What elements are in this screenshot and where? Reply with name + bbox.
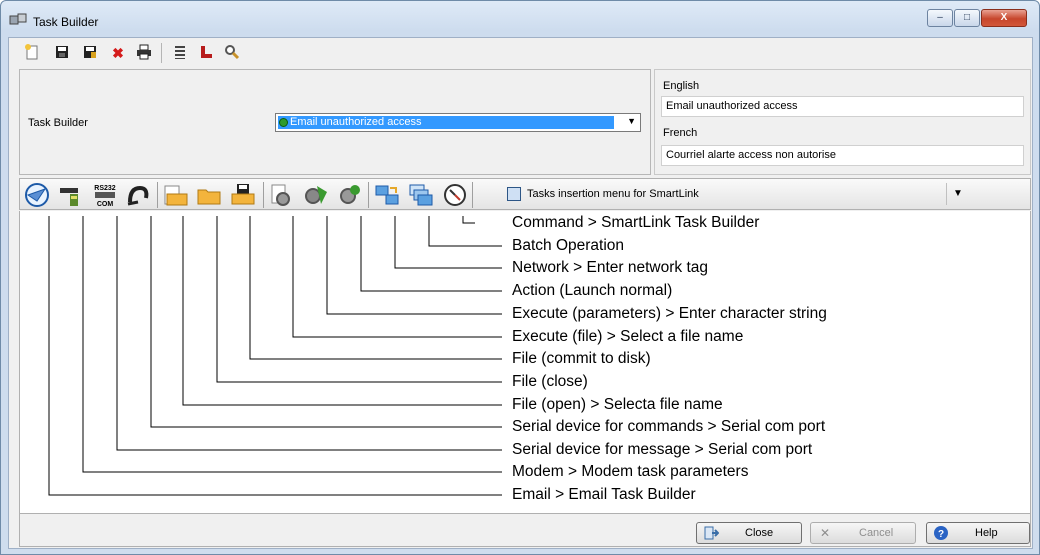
execute-file-icon[interactable] [267,182,295,208]
button-bar: Close ✕ Cancel ? Help [19,513,1031,547]
rs232-label: RS232 [94,185,116,192]
caption-file-commit: File (commit to disk) [512,350,651,367]
chevron-down-icon[interactable]: ▼ [946,183,1028,205]
leader-line-serial-message [116,216,502,451]
caption-file-open: File (open) > Selecta file name [512,396,723,413]
caption-execute-file: Execute (file) > Select a file name [512,328,744,345]
leader-line-execute-file [292,216,502,338]
caption-serial-message: Serial device for message > Serial com p… [512,441,813,458]
close-button[interactable]: Close [696,522,802,544]
close-button-label: Close [745,527,774,539]
app-icon [9,13,27,25]
leader-line-network [394,216,502,269]
leader-line-file-open [182,216,502,406]
english-label: English [663,80,700,92]
french-label: French [663,127,698,139]
caption-command: Command > SmartLink Task Builder [512,214,760,231]
file-commit-icon[interactable] [229,182,257,208]
leader-line-action [360,216,502,292]
caption-email: Email > Email Task Builder [512,486,696,503]
com-label: COM [97,201,114,208]
action-icon[interactable] [335,182,363,208]
window-title: Task Builder [33,15,99,29]
leader-line-batch [428,216,502,247]
minimize-button[interactable]: – [927,9,953,27]
file-close-icon[interactable] [195,182,223,208]
caption-action: Action (Launch normal) [512,282,673,299]
task-select[interactable]: Email unauthorized access ▼ [275,113,641,132]
caption-batch: Batch Operation [512,237,625,254]
tasks-insertion-menu-label: Tasks insertion menu for SmartLink [527,188,699,200]
save-as-icon[interactable] [79,43,101,63]
toolbar-separator [161,43,162,63]
title-bar[interactable]: Task Builder – □ X [1,1,1039,37]
caption-modem: Modem > Modem task parameters [512,463,749,480]
french-field[interactable]: Courriel alarte access non autorise [661,145,1024,166]
caption-file-close: File (close) [512,373,588,390]
taskbar-separator [157,182,158,208]
task-panel: Task Builder Email unauthorized access ▼ [19,69,651,175]
caption-execute-parameters: Execute (parameters) > Enter character s… [512,305,827,322]
translation-panel: English Email unauthorized access French… [654,69,1031,175]
cancel-button[interactable]: ✕ Cancel [810,522,916,544]
english-field[interactable]: Email unauthorized access [661,96,1024,117]
cancel-button-label: Cancel [859,527,894,539]
serial-commands-icon[interactable] [124,182,152,208]
network-icon[interactable] [373,182,401,208]
main-toolbar: ✖ [9,38,1032,68]
task-builder-label: Task Builder [28,117,88,129]
exit-icon [703,525,720,541]
list-icon[interactable] [169,43,191,63]
save-icon[interactable] [51,43,73,63]
modem-icon[interactable] [57,182,85,208]
email-icon[interactable] [23,182,51,208]
print-icon[interactable] [133,43,155,63]
chevron-down-icon[interactable]: ▼ [627,116,636,126]
taskbar-separator [263,182,264,208]
tasks-insertion-menu[interactable]: Tasks insertion menu for SmartLink [503,183,943,205]
search-icon[interactable] [221,43,243,63]
help-button-label: Help [975,527,998,539]
task-builder-window: Task Builder – □ X ✖ Task Builder Email … [0,0,1040,555]
taskbar-separator [368,182,369,208]
link-icon[interactable] [195,43,217,63]
command-icon[interactable] [441,182,469,208]
grid-icon [507,187,521,201]
maximize-button[interactable]: □ [954,9,980,27]
delete-icon[interactable]: ✖ [107,43,129,63]
cancel-icon: ✕ [819,526,831,540]
task-select-value: Email unauthorized access [278,116,614,129]
leader-line-execute-parameters [326,216,502,315]
leader-line-command [462,216,475,224]
close-window-button[interactable]: X [981,9,1027,27]
rs232-icon[interactable]: RS232 COM [91,182,119,208]
file-open-icon[interactable] [161,182,189,208]
help-icon: ? [933,525,949,541]
svg-text:?: ? [938,529,944,540]
tasks-toolbar: RS232 COM Tasks insertion menu for Smart… [19,178,1031,210]
taskbar-separator [472,182,473,208]
new-icon[interactable] [21,43,43,63]
caption-network: Network > Enter network tag [512,259,708,276]
legend-diagram: Command > SmartLink Task Builder Batch O… [19,211,1031,513]
help-button[interactable]: ? Help [926,522,1030,544]
leader-line-file-close [216,216,502,383]
execute-parameters-icon[interactable] [301,182,329,208]
leader-line-file-commit [249,216,502,360]
batch-icon[interactable] [407,182,435,208]
status-icon [279,118,288,127]
caption-serial-commands: Serial device for commands > Serial com … [512,418,826,435]
client-area: ✖ Task Builder Email unauthorized access… [8,37,1033,549]
